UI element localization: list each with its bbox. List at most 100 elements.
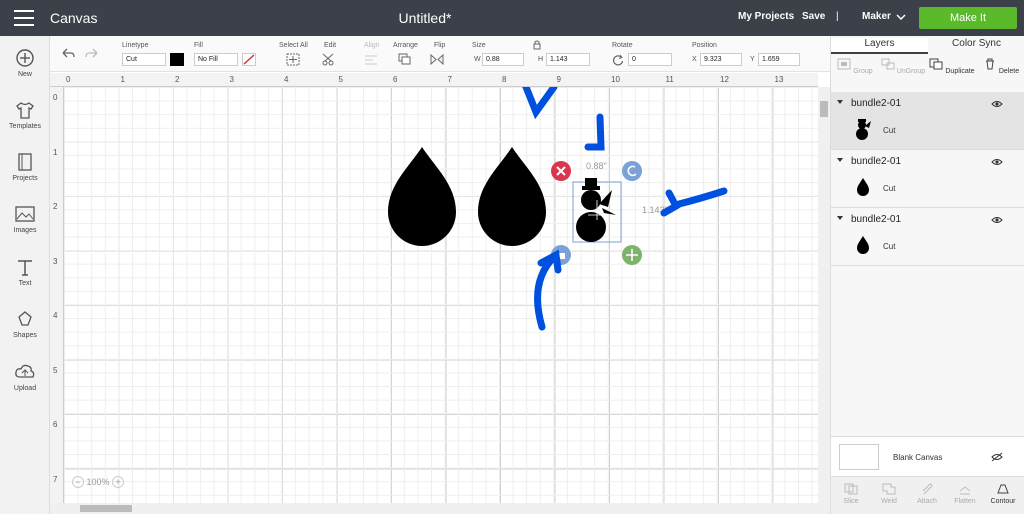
snowman-shape[interactable] [572, 178, 622, 243]
fill-select[interactable]: No Fill [194, 53, 238, 66]
sidebar-label: New [17, 71, 32, 78]
eye-icon[interactable] [991, 158, 1003, 166]
scale-handle[interactable] [622, 245, 642, 265]
scissors-icon[interactable] [322, 53, 336, 66]
scrollbar-thumb[interactable] [820, 101, 828, 117]
sidebar-item-text[interactable]: Text [0, 257, 50, 287]
sidebar-item-upload[interactable]: Upload [0, 362, 50, 392]
sidebar-item-templates[interactable]: Templates [0, 100, 50, 130]
plus-circle-icon [16, 49, 34, 67]
height-input[interactable]: 1.143 [546, 53, 590, 66]
tab-layers[interactable]: Layers [831, 38, 928, 54]
blank-canvas-row[interactable]: Blank Canvas [831, 436, 1024, 476]
eye-icon[interactable] [991, 216, 1003, 224]
no-fill-swatch-icon[interactable] [242, 53, 256, 66]
delete-handle[interactable] [551, 161, 571, 181]
contour-button[interactable]: Contour [985, 483, 1021, 505]
shapes-icon [18, 311, 32, 326]
teardrop-shape[interactable] [478, 147, 546, 246]
ruler-tick-label: 2 [175, 75, 180, 84]
blank-canvas-label: Blank Canvas [893, 453, 943, 462]
ungroup-icon [881, 58, 895, 70]
zoom-control[interactable]: − 100% + [72, 476, 125, 488]
horizontal-scrollbar[interactable] [50, 503, 830, 514]
ruler-tick-label: 3 [229, 75, 234, 84]
x-position-input[interactable]: 9.323 [700, 53, 742, 66]
flatten-label: Flatten [954, 498, 976, 505]
group-button[interactable]: Group [831, 58, 879, 75]
top-ruler: 0 1 2 3 4 5 6 7 8 9 10 11 12 13 [50, 73, 818, 87]
image-icon [15, 206, 35, 222]
undo-icon[interactable] [60, 46, 76, 60]
text-icon [18, 260, 32, 276]
ruler-tick-label: 7 [53, 474, 58, 484]
ruler-tick-label: 5 [53, 365, 58, 375]
y-position-input[interactable]: 1.659 [758, 53, 800, 66]
redo-icon[interactable] [84, 46, 100, 60]
cloud-upload-icon [15, 364, 35, 378]
edit-label: Edit [324, 42, 337, 49]
layer-item[interactable]: bundle2-01 Cut [831, 150, 1024, 208]
ruler-tick-label: 13 [774, 75, 784, 84]
weld-button[interactable]: Weld [871, 483, 907, 505]
duplicate-label: Duplicate [945, 68, 975, 75]
position-label: Position [692, 42, 717, 49]
machine-selector[interactable]: Maker [862, 11, 891, 22]
duplicate-icon [929, 58, 943, 70]
save-link[interactable]: Save [802, 11, 825, 22]
collapse-caret-icon[interactable] [837, 216, 843, 220]
layer-item[interactable]: bundle2-01 Cut [831, 92, 1024, 150]
zoom-in-icon[interactable]: + [112, 476, 125, 488]
ungroup-button[interactable]: UnGroup [879, 58, 927, 75]
tab-color-sync[interactable]: Color Sync [928, 38, 1024, 54]
align-icon[interactable] [364, 53, 378, 66]
sidebar-item-projects[interactable]: Projects [0, 152, 50, 182]
layer-name: bundle2-01 [851, 98, 902, 109]
make-it-button[interactable]: Make It [919, 7, 1017, 29]
flatten-button[interactable]: Flatten [947, 483, 983, 505]
select-all-icon[interactable] [286, 53, 300, 66]
teardrop-shape[interactable] [388, 147, 456, 246]
collapse-caret-icon[interactable] [837, 158, 843, 162]
vertical-scrollbar[interactable] [818, 87, 830, 503]
zoom-level: 100% [86, 477, 110, 487]
slice-button[interactable]: Slice [833, 483, 869, 505]
collapse-caret-icon[interactable] [837, 100, 843, 104]
scrollbar-thumb[interactable] [80, 505, 132, 512]
ruler-tick-label: 0 [53, 93, 58, 102]
contour-icon [997, 484, 1009, 494]
sidebar-item-images[interactable]: Images [0, 204, 50, 234]
zoom-out-icon[interactable]: − [72, 476, 84, 488]
eye-hidden-icon[interactable] [991, 452, 1003, 462]
width-input[interactable]: 0.88 [482, 53, 524, 66]
design-canvas[interactable]: 0.88" 1.143" [64, 87, 818, 503]
blank-canvas-swatch[interactable] [839, 444, 879, 470]
sidebar-item-new[interactable]: New [0, 48, 50, 78]
y-label: Y [750, 56, 755, 63]
delete-button[interactable]: Delete [977, 58, 1024, 75]
rotate-handle[interactable] [622, 161, 642, 181]
flip-icon[interactable] [430, 53, 444, 66]
eye-icon[interactable] [991, 100, 1003, 108]
linetype-label: Linetype [122, 42, 149, 49]
rotate-label: Rotate [612, 42, 633, 49]
layer-operation: Cut [883, 242, 896, 251]
document-title[interactable]: Untitled* [0, 10, 850, 26]
rotate-input[interactable]: 0 [628, 53, 672, 66]
ruler-tick-label: 2 [53, 202, 58, 211]
lock-icon[interactable] [533, 40, 541, 50]
sidebar-item-shapes[interactable]: Shapes [0, 309, 50, 339]
teardrop-thumbnail [857, 178, 869, 196]
arrange-icon[interactable] [398, 53, 412, 66]
attach-button[interactable]: Attach [909, 483, 945, 505]
duplicate-button[interactable]: Duplicate [928, 58, 976, 75]
chevron-down-icon[interactable] [896, 13, 906, 21]
layer-name: bundle2-01 [851, 214, 902, 225]
layer-item[interactable]: bundle2-01 Cut [831, 208, 1024, 266]
size-label: Size [472, 42, 486, 49]
linetype-color-swatch[interactable] [170, 53, 184, 66]
ruler-tick-label: 3 [53, 256, 58, 266]
my-projects-link[interactable]: My Projects [738, 11, 794, 22]
linetype-select[interactable]: Cut [122, 53, 166, 66]
ruler-tick-label: 8 [502, 75, 507, 84]
